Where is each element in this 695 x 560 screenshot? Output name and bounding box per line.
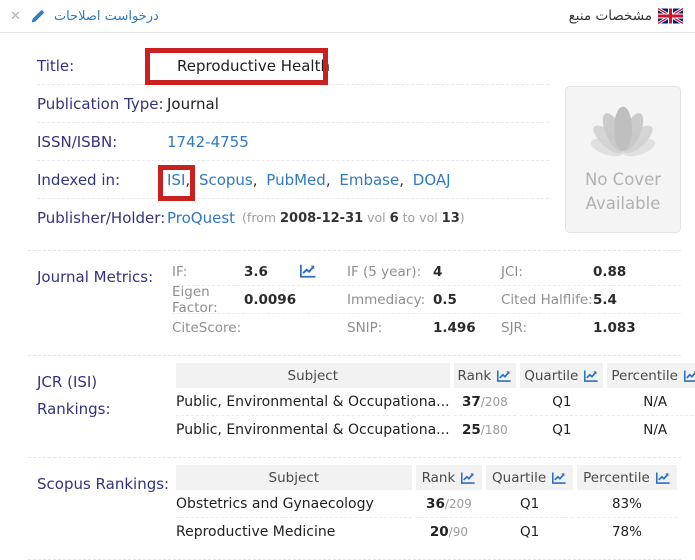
publisher-details: (from 2008-12-31 vol 6 to vol 13) xyxy=(242,210,465,226)
uk-flag-icon xyxy=(658,8,683,24)
close-icon[interactable]: ✕ xyxy=(10,10,21,23)
edit-pencil-icon[interactable] xyxy=(30,9,45,24)
rank-trend-icon[interactable] xyxy=(460,471,476,485)
index-link-pubmed[interactable]: PubMed xyxy=(266,171,326,189)
quartile-trend-icon[interactable] xyxy=(551,471,567,485)
scopus-header-subject: Subject xyxy=(176,465,412,490)
metric-eigen-label: Eigen Factor: xyxy=(172,284,244,316)
metric-halflife-value: 5.4 xyxy=(593,292,681,308)
if-trend-chart-icon[interactable] xyxy=(299,263,317,279)
title-label: Title: xyxy=(37,57,167,75)
jcr-header-quartile: Quartile xyxy=(520,363,603,388)
title-value: Reproductive Health xyxy=(167,57,330,75)
panel-title: مشخصات منبع xyxy=(569,8,652,24)
scopus-rankings-table: Subject Rank Quartile Percentile Obstetr… xyxy=(172,465,681,546)
publisher-label: Publisher/Holder: xyxy=(37,209,167,227)
issn-row: ISSN/ISBN: 1742-4755 xyxy=(37,123,549,161)
request-corrections-link[interactable]: درخواست اصلاحات xyxy=(54,9,159,24)
metric-sjr-label: SJR: xyxy=(501,320,593,336)
issn-link[interactable]: 1742-4755 xyxy=(167,133,249,151)
publication-type-label: Publication Type: xyxy=(37,95,167,113)
publisher-row: Publisher/Holder: ProQuest (from 2008-12… xyxy=(37,199,549,237)
metric-jci-label: JCI: xyxy=(501,264,593,280)
indexed-in-row: Indexed in: ISI, Scopus, PubMed, Embase,… xyxy=(37,161,549,199)
table-row: Public, Environmental & Occupationa... 2… xyxy=(176,416,695,444)
metric-eigen-value: 0.0096 xyxy=(244,292,299,308)
table-row: Reproductive Medicine 20/90 Q1 78% xyxy=(176,518,677,546)
rank-trend-icon[interactable] xyxy=(496,369,512,383)
metric-immediacy-label: Immediacy: xyxy=(347,292,433,308)
publisher-link[interactable]: ProQuest xyxy=(167,209,235,227)
metric-snip-value: 1.496 xyxy=(433,320,501,336)
jcr-header-rank: Rank xyxy=(454,363,517,388)
percentile-trend-icon[interactable] xyxy=(683,369,695,383)
table-row: Obstetrics and Gynaecology 36/209 Q1 83% xyxy=(176,490,677,518)
metric-citescore-label: CiteScore: xyxy=(172,320,244,336)
table-row: Public, Environmental & Occupationa... 3… xyxy=(176,388,695,416)
issn-label: ISSN/ISBN: xyxy=(37,133,167,151)
metric-if5-value: 4 xyxy=(433,264,501,280)
jcr-rankings-table: Subject Rank Quartile Percentile Public,… xyxy=(172,363,695,444)
index-link-doaj[interactable]: DOAJ xyxy=(413,171,451,189)
scopus-header-quartile: Quartile xyxy=(486,465,573,490)
metric-snip-label: SNIP: xyxy=(347,320,433,336)
quartile-trend-icon[interactable] xyxy=(583,369,599,383)
top-bar: ✕ درخواست اصلاحات مشخصات منبع xyxy=(0,0,695,33)
jcr-rankings-label: JCR (ISI) Rankings: xyxy=(37,363,172,444)
jcr-header-percentile: Percentile xyxy=(607,363,695,388)
jcr-header-subject: Subject xyxy=(176,363,450,388)
journal-metrics-section: Journal Metrics: IF: 3.6 IF (5 year): 4 … xyxy=(37,251,681,342)
index-link-scopus[interactable]: Scopus xyxy=(199,171,253,189)
metric-sjr-value: 1.083 xyxy=(593,320,681,336)
no-cover-line2: Available xyxy=(566,192,680,216)
scopus-header-percentile: Percentile xyxy=(577,465,677,490)
no-cover-placeholder: No Cover Available xyxy=(565,86,681,233)
jcr-rankings-section: JCR (ISI) Rankings: Subject Rank Quartil… xyxy=(37,356,681,444)
title-row: Title: Reproductive Health xyxy=(37,47,549,85)
no-cover-line1: No Cover xyxy=(566,168,680,192)
metric-if-value: 3.6 xyxy=(244,264,299,280)
scopus-rankings-label: Scopus Rankings: xyxy=(37,465,172,546)
metric-if5-label: IF (5 year): xyxy=(347,264,433,280)
indexed-in-label: Indexed in: xyxy=(37,171,167,189)
scopus-rankings-section: Scopus Rankings: Subject Rank Quartile P… xyxy=(37,458,681,546)
content-area: No Cover Available Title: Reproductive H… xyxy=(0,33,695,560)
publication-type-value: Journal xyxy=(167,95,219,113)
metric-if-label: IF: xyxy=(172,264,244,280)
metric-immediacy-value: 0.5 xyxy=(433,292,501,308)
metric-halflife-label: Cited Halflife: xyxy=(501,292,593,308)
scopus-header-rank: Rank xyxy=(416,465,483,490)
lotus-icon xyxy=(566,103,680,168)
metric-jci-value: 0.88 xyxy=(593,264,681,280)
journal-metrics-label: Journal Metrics: xyxy=(37,258,172,342)
index-link-isi[interactable]: ISI xyxy=(167,171,185,189)
publication-type-row: Publication Type: Journal xyxy=(37,85,549,123)
percentile-trend-icon[interactable] xyxy=(655,471,671,485)
index-link-embase[interactable]: Embase xyxy=(339,171,399,189)
